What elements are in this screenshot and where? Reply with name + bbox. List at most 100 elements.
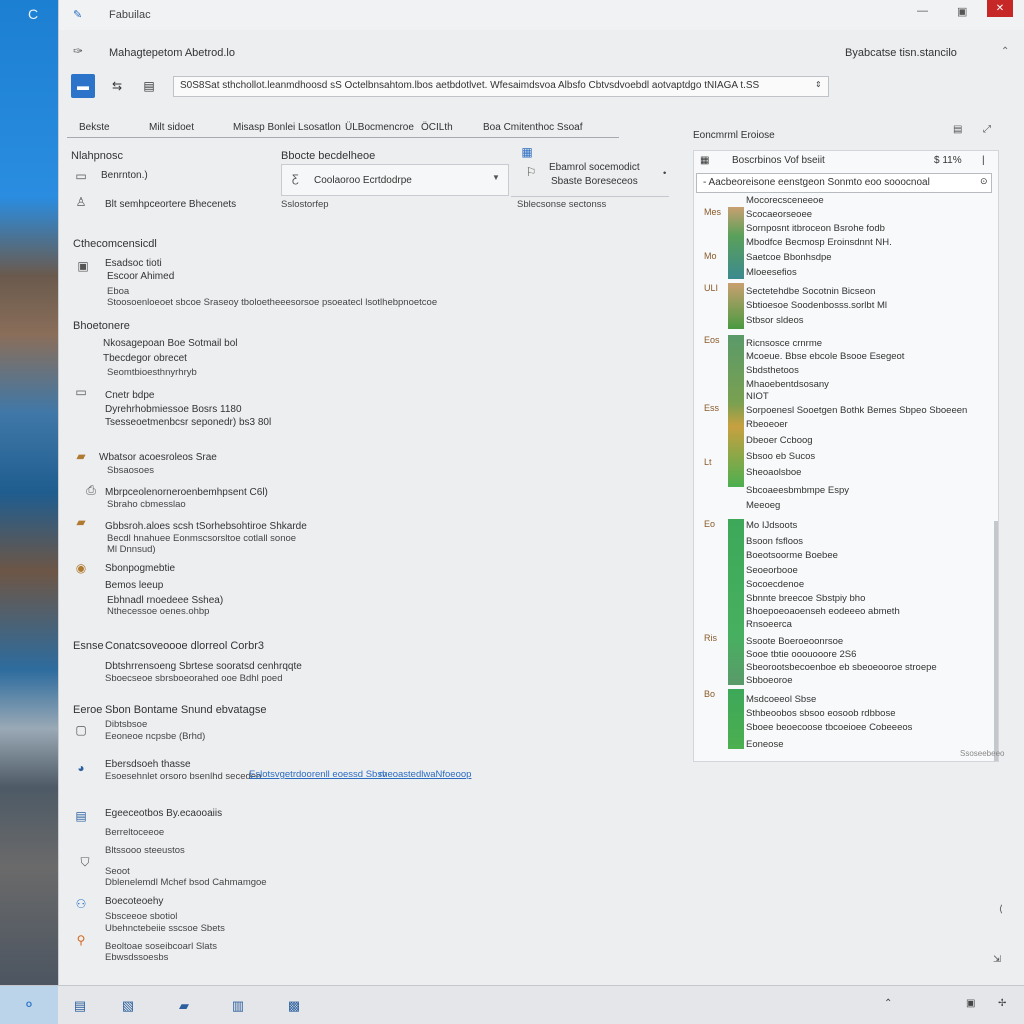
link[interactable]: Eslotsvgetrdoorenll eoessd Sbsv [249,769,387,780]
thumbnail[interactable]: Eo [704,519,715,529]
item-line: Dbtshrrensoeng Sbrtese sooratsd cenhrqqt… [105,661,302,672]
maximize-button[interactable]: ▣ [957,5,967,18]
list-item[interactable]: Stbsor sldeos [746,315,804,326]
item-line: Eboa [107,286,130,297]
list-item[interactable]: Msdcoeeol Sbse [746,694,816,705]
list-item[interactable]: Bsoon fsfloos [746,536,803,547]
list-item[interactable]: Sooe tbtie ooouooore 2S6 [746,649,856,660]
start-button[interactable]: ⚬ [0,986,58,1024]
list-item[interactable]: Boeotsoorme Boebee [746,550,838,561]
thumbnail[interactable]: Mes [704,207,721,217]
taskbar-chart-icon[interactable]: ▥ [228,996,248,1016]
list-item[interactable]: Seoeorbooe [746,565,798,576]
taskbar-folder-icon[interactable]: ▰ [174,996,194,1016]
back-icon[interactable]: ✑ [73,44,83,58]
document-icon[interactable]: ▤ [137,74,161,98]
list-item[interactable]: Scocaeorseoee [746,209,812,220]
list-item[interactable]: Mcoeue. Bbse ebcole Bsooe Esegeot [746,351,904,362]
share-icon[interactable]: ⇆ [105,74,129,98]
list-item[interactable]: Ricnsosce crnrme [746,338,822,349]
address-input[interactable]: S0S8Sat sthchollot.leanmdhoosd sS Octelb… [173,76,829,97]
list-item[interactable]: Mocorecsceneeoe [746,195,824,206]
list-item[interactable]: Mbodfce Becmosp Eroinsdnnt NH. [746,237,892,248]
item-line[interactable]: Wbatsor acoesroleos Srae [99,452,217,463]
minimize-button[interactable]: — [917,5,928,17]
panel-pin-icon[interactable]: ⤢ [983,124,991,135]
list-item[interactable]: Sbtioesoe Soodenbosss.sorlbt Ml [746,300,887,311]
list-item[interactable]: NIOT [746,391,769,402]
list-item[interactable]: Mo IJdsoots [746,520,797,531]
list-item[interactable]: Sorpoenesl Sooetgen Bothk Bemes Sbpeo Sb… [746,405,967,416]
list-item[interactable]: Sbcoaeesbmbmpe Espy [746,485,849,496]
list-item[interactable]: Sthbeoobos sbsoo eosoob rdbbose [746,708,895,719]
tray-network-icon[interactable]: ▣ [966,998,975,1009]
taskbar-app-icon[interactable]: ▩ [284,996,304,1016]
resize-icon[interactable]: ⇲ [993,954,1001,965]
list-item[interactable]: Sbsoo eb Sucos [746,451,815,462]
list-item[interactable]: Bhoepoeoaoenseh eodeeeo abmeth [746,606,900,617]
panel-search-input[interactable]: - Aacbeoreisone eenstgeon Sonmto eoo soo… [696,173,992,193]
taskbar-list-icon[interactable]: ▤ [70,996,90,1016]
tab-ocilth[interactable]: ÖCILth [421,122,453,133]
item-line: Nthecessoe oenes.ohbp [107,606,210,617]
thumbnail[interactable]: Bo [704,689,715,699]
list-item[interactable]: Sheoaolsboe [746,467,801,478]
section-item[interactable]: Benrnton.) [101,170,148,181]
section-title: Bhoetonere [73,320,130,332]
list-item[interactable]: Rbeoeoer [746,419,788,430]
item-line[interactable]: Gbbsroh.aloes scsh tSorhebsohtiroe Shkar… [105,521,307,532]
section-item[interactable]: Blt semhpceortere Bhecenets [105,199,236,210]
panel-search-clear-icon[interactable]: ⊙ [980,176,988,187]
list-item[interactable]: Rnsoeerca [746,619,792,630]
thumbnail[interactable]: Eos [704,335,720,345]
thumbnail[interactable]: ULI [704,283,718,293]
item-line: Sbsceeoe sbotiol [105,911,178,922]
address-dropdown-icon[interactable]: ⇕ [815,80,822,89]
item-line[interactable]: Boecoteoehy [105,896,163,907]
list-item[interactable]: Sbnnte breecoe Sbstpiy bho [746,593,865,604]
calendar-icon[interactable]: ▦ [519,144,535,160]
option-dot[interactable]: • [663,168,666,179]
list-item[interactable]: Sornposnt itbroceon Bsrohe fodb [746,223,885,234]
item-line[interactable]: Egeeceotbos By.ecaooaiis [105,808,222,819]
link[interactable]: rheoastedlwaNfoeoop [379,769,471,780]
list-item[interactable]: Eoneose [746,739,784,750]
list-item[interactable]: Sbeorootsbecoenboe eb sbeoeooroe stroepe [746,662,937,673]
list-item[interactable]: Mloeesefios [746,267,797,278]
tab-boa-cmitenthoc[interactable]: Boa Cmitenthoc Ssoaf [483,122,583,133]
panel-scrollbar[interactable] [994,521,998,761]
thumbnail[interactable]: Mo [704,251,717,261]
list-item[interactable]: Sbdsthetoos [746,365,799,376]
tray-chevron-icon[interactable]: ⌃ [884,998,892,1009]
home-icon[interactable]: ▬ [71,74,95,98]
item-line[interactable]: Mbrpceolenorneroenbemhpsent C6l) [105,487,268,498]
item-title[interactable]: Cnetr bdpe [105,390,154,401]
list-item[interactable]: Meeoeg [746,500,780,511]
close-button[interactable]: ✕ [987,0,1013,17]
thumbnail[interactable]: Ess [704,403,719,413]
collapse-icon[interactable]: ⌃ [1001,46,1009,57]
list-item[interactable]: Saetcoe Bbonhsdpe [746,252,832,263]
panel-settings-icon[interactable]: ▤ [953,124,962,135]
list-item[interactable]: Mhaoebentdsosany [746,379,829,390]
tab-ulbocmencroe[interactable]: ÜLBocmencroe [345,122,414,133]
filter-icon: Ƹ [292,173,299,185]
taskbar-image-icon[interactable]: ▧ [118,996,138,1016]
list-item[interactable]: Dbeoer Ccboog [746,435,813,446]
item-line[interactable]: Sbonpogmebtie [105,563,175,574]
list-item[interactable]: Sbboeoroe [746,675,792,686]
list-item[interactable]: Sectetehdbe Socotnin Bicseon [746,286,875,297]
thumbnail[interactable]: Ris [704,633,717,643]
list-item[interactable]: Ssoote Boeroeoonrsoe [746,636,843,647]
filter-select[interactable]: Ƹ Coolaoroo Ecrtdodrpe ▼ [281,164,509,196]
account-name[interactable]: Byabcatse tisn.stancilo [845,47,957,59]
tab-milt-sidoet[interactable]: Milt sidoet [149,122,194,133]
tab-misasp[interactable]: Misasp Bonlei Lsosatlon [233,122,341,133]
checkbox-icon[interactable]: ▢ [73,722,89,738]
tab-bekste[interactable]: Bekste [79,122,110,133]
list-item[interactable]: Socoecdenoe [746,579,804,590]
tray-notification-icon[interactable]: ✢ [998,998,1006,1009]
thumbnail[interactable]: Lt [704,457,712,467]
list-item[interactable]: Sboee beoecoose tbcoeioee Cobeeeos [746,722,912,733]
people-icon: ⚇ [75,897,87,911]
